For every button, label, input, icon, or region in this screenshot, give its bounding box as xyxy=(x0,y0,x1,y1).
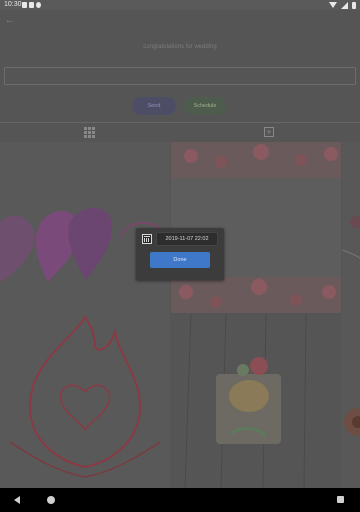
gallery-image-gift[interactable] xyxy=(171,314,341,488)
message-title: congratulations for wedding xyxy=(143,44,217,50)
nav-recents-icon[interactable] xyxy=(337,496,344,503)
cell-signal-icon xyxy=(341,1,348,9)
hearts-illustration xyxy=(0,142,170,488)
schedule-button[interactable]: Schedule xyxy=(184,97,226,115)
navigation-bar xyxy=(0,488,360,512)
status-system-icons xyxy=(329,0,356,10)
arrow-left-icon: ← xyxy=(4,14,16,26)
grid-icon[interactable] xyxy=(84,127,95,138)
battery-icon xyxy=(352,1,356,9)
add-icon[interactable]: + xyxy=(264,127,274,137)
notification-icon xyxy=(22,2,27,8)
nav-home-icon[interactable] xyxy=(47,496,55,504)
send-button[interactable]: Send xyxy=(132,97,176,115)
gift-photo xyxy=(171,314,341,488)
status-notification-icons xyxy=(22,2,41,8)
wifi-icon xyxy=(329,2,337,8)
sim-icon xyxy=(29,2,34,8)
app-screen: ← congratulations for wedding Send Sched… xyxy=(0,10,360,488)
partial-photo xyxy=(341,142,360,488)
nav-back-icon[interactable] xyxy=(14,496,20,504)
alarm-icon xyxy=(36,2,41,8)
calendar-icon[interactable] xyxy=(142,234,152,244)
status-time: 10:30 xyxy=(4,1,22,8)
message-input[interactable] xyxy=(4,67,356,85)
status-bar: 10:30 xyxy=(0,0,360,10)
done-button[interactable]: Done xyxy=(150,252,210,268)
divider xyxy=(0,122,360,123)
gallery-image-partial[interactable] xyxy=(341,142,360,488)
schedule-dialog: 2019-11-07 22:02 Done xyxy=(136,228,224,280)
datetime-field[interactable]: 2019-11-07 22:02 xyxy=(156,232,218,246)
gallery-image-hearts[interactable] xyxy=(0,142,170,488)
back-button[interactable]: ← xyxy=(4,14,16,26)
